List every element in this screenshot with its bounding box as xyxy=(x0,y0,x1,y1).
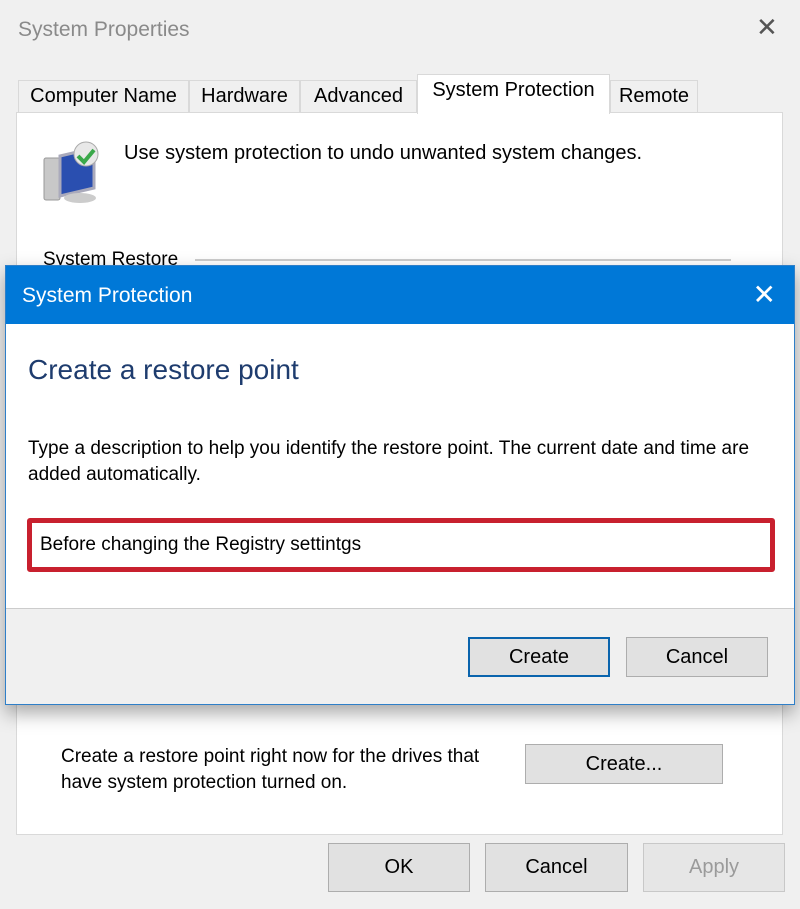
intro-text: Use system protection to undo unwanted s… xyxy=(124,142,643,164)
group-divider xyxy=(195,259,731,261)
tab-computer-name[interactable]: Computer Name xyxy=(18,80,189,113)
system-protection-dialog: System Protection ✕ Create a restore poi… xyxy=(5,265,795,705)
create-restore-text: Create a restore point right now for the… xyxy=(61,746,480,793)
cancel-button[interactable]: Cancel xyxy=(485,843,628,892)
close-icon[interactable]: ✕ xyxy=(756,12,778,43)
system-protection-icon xyxy=(43,141,99,203)
dialog-heading: Create a restore point xyxy=(28,354,299,385)
ok-button[interactable]: OK xyxy=(328,843,470,892)
dialog-cancel-button[interactable]: Cancel xyxy=(626,637,768,677)
restore-point-description-input[interactable] xyxy=(27,518,775,572)
close-icon[interactable]: ✕ xyxy=(753,278,776,311)
apply-button[interactable]: Apply xyxy=(643,843,785,892)
tab-system-protection[interactable]: System Protection xyxy=(417,74,610,114)
dialog-description: Type a description to help you identify … xyxy=(28,438,750,485)
tab-remote[interactable]: Remote xyxy=(610,80,698,113)
tab-hardware[interactable]: Hardware xyxy=(189,80,300,113)
create-restore-point-button[interactable]: Create... xyxy=(525,744,723,784)
dialog-body: Create a restore point Type a descriptio… xyxy=(6,324,794,609)
dialog-title: System Protection xyxy=(22,284,193,307)
window-title: System Properties xyxy=(18,18,190,41)
tab-advanced[interactable]: Advanced xyxy=(300,80,417,113)
dialog-create-button[interactable]: Create xyxy=(468,637,610,677)
dialog-title-bar: System Protection ✕ xyxy=(6,266,794,324)
